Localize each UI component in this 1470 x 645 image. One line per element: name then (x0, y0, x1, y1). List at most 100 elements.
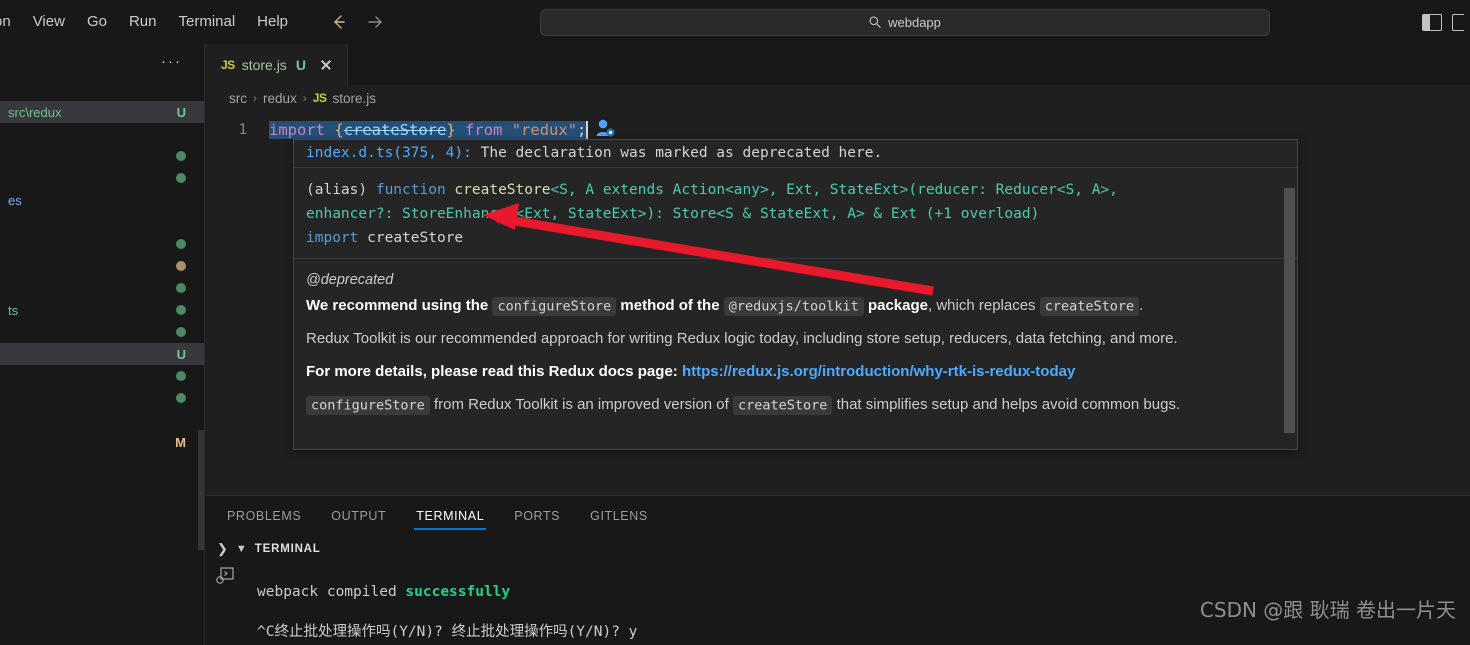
list-item[interactable] (0, 255, 204, 277)
command-center-search[interactable]: webdapp (539, 8, 1270, 36)
signature-line-3: import createStore (306, 230, 464, 246)
status-badge: U (176, 104, 186, 120)
tab-problems[interactable]: PROBLEMS (225, 496, 303, 536)
signature-line-2: enhancer?: StoreEnhancer<Ext, StateExt>)… (306, 206, 1040, 222)
hover-source-link[interactable]: index.d.ts(375, 4): (306, 145, 472, 161)
secondary-sidebar-icon[interactable] (1452, 13, 1464, 31)
token-brace-close: } (446, 121, 456, 139)
menu-item-selection[interactable]: on (0, 9, 22, 35)
menu-item-help[interactable]: Help (246, 9, 299, 35)
editor-tab-bar: JS store.js U (205, 44, 1470, 85)
list-item[interactable] (0, 387, 204, 409)
status-dot-icon (176, 305, 186, 315)
deprecation-recommendation: We recommend using the configureStore me… (306, 296, 1144, 316)
status-badge: M (175, 434, 186, 450)
token-module: "redux" (511, 121, 578, 139)
code-create-store-2: createStore (733, 395, 833, 415)
arrow-left-icon[interactable] (327, 10, 351, 34)
code-create-store: createStore (1039, 296, 1140, 316)
more-actions-icon[interactable]: ··· (161, 54, 182, 69)
list-item[interactable] (0, 123, 204, 145)
token-import: import (269, 121, 325, 139)
breadcrumb-redux[interactable]: redux (263, 91, 297, 106)
code-content[interactable]: import {createStore} from "redux"; (269, 121, 587, 139)
deprecated-tag: @deprecated (306, 272, 394, 288)
code-line-1: 1 import {createStore} from "redux"; (205, 119, 1470, 141)
list-item[interactable] (0, 321, 204, 343)
layout-controls (1422, 13, 1470, 31)
menu-item-run[interactable]: Run (118, 9, 168, 35)
panel-layout-icon[interactable] (1422, 13, 1442, 31)
status-dot-icon (176, 239, 186, 249)
code-editor[interactable]: 1 import {createStore} from "redux"; ind… (205, 111, 1470, 486)
token-create-store: createStore (343, 121, 447, 139)
list-item-modified[interactable]: M (0, 431, 204, 453)
text-cursor (586, 120, 589, 140)
list-item[interactable]: ts (0, 299, 204, 321)
terminal-line-2: ^C终止批处理操作吗(Y/N)? 终止批处理操作吗(Y/N)? y (257, 624, 638, 640)
sidebar-header: ··· (0, 44, 204, 79)
command-center-text: webdapp (888, 14, 941, 30)
search-icon (868, 15, 882, 29)
doc-last-paragraph: configureStore from Redux Toolkit is an … (306, 394, 1285, 416)
vscode-window: on View Go Run Terminal Help webdapp (0, 0, 1470, 645)
tab-untracked-badge: U (295, 57, 306, 73)
chevron-right-icon[interactable]: ❯ (217, 541, 228, 557)
command-center-wrapper: webdapp (387, 8, 1422, 36)
close-icon[interactable] (317, 56, 335, 74)
list-item[interactable] (0, 167, 204, 189)
menu-item-terminal[interactable]: Terminal (167, 9, 246, 35)
menu-item-go[interactable]: Go (76, 9, 118, 35)
sidebar-scrollbar[interactable] (198, 430, 204, 550)
chevron-down-icon[interactable]: ▼ (236, 543, 247, 555)
status-dot-icon (176, 283, 186, 293)
arrow-right-icon[interactable] (363, 10, 387, 34)
terminal-title: TERMINAL (254, 543, 321, 555)
breadcrumb: src › redux › JS store.js (205, 85, 1470, 111)
sidebar-item-label: src\redux (8, 104, 62, 120)
doc-details-line: For more details, please read this Redux… (306, 363, 1076, 380)
debug-console-icon[interactable] (215, 566, 235, 645)
js-file-icon: JS (221, 58, 235, 72)
list-item[interactable] (0, 277, 204, 299)
list-item[interactable] (0, 409, 204, 431)
tab-label: store.js (241, 57, 287, 73)
hover-signature: (alias) function createStore<S, A extend… (294, 168, 1297, 259)
hover-scrollbar[interactable] (1284, 188, 1295, 433)
hover-widget[interactable]: index.d.ts(375, 4): The declaration was … (293, 139, 1298, 450)
sidebar-item-label: es (8, 192, 22, 208)
sidebar-item-src-redux[interactable]: src\redux U (0, 101, 204, 123)
terminal-gutter (205, 562, 245, 645)
list-item[interactable] (0, 145, 204, 167)
sidebar-item-label: ts (8, 302, 19, 318)
status-badge: U (176, 346, 186, 362)
hover-documentation: @deprecated We recommend using the confi… (294, 259, 1297, 424)
menu-item-view[interactable]: View (22, 9, 76, 35)
panel-tab-bar: PROBLEMS OUTPUT TERMINAL PORTS GITLENS (205, 496, 1470, 536)
tab-ports[interactable]: PORTS (512, 496, 562, 536)
navigation-buttons (327, 10, 387, 34)
tab-store-js[interactable]: JS store.js U (205, 44, 348, 85)
line-number: 1 (238, 122, 247, 138)
status-dot-icon (176, 173, 186, 183)
hover-source-note: The declaration was marked as deprecated… (480, 145, 883, 161)
breadcrumb-src[interactable]: src (229, 91, 247, 106)
list-item[interactable]: es (0, 189, 204, 211)
hover-source-line: index.d.ts(375, 4): The declaration was … (294, 140, 1297, 168)
redux-docs-link[interactable]: https://redux.js.org/introduction/why-rt… (682, 363, 1075, 380)
tab-terminal[interactable]: TERMINAL (414, 496, 487, 536)
tab-gitlens[interactable]: GITLENS (588, 496, 650, 536)
tab-output[interactable]: OUTPUT (329, 496, 388, 536)
list-item[interactable] (0, 211, 204, 233)
doc-paragraph-2: Redux Toolkit is our recommended approac… (306, 330, 1178, 347)
list-item[interactable] (0, 365, 204, 387)
js-file-icon: JS (312, 91, 327, 105)
title-bar: on View Go Run Terminal Help webdapp (0, 0, 1470, 44)
code-configure-store: configureStore (492, 296, 617, 316)
chevron-right-icon: › (302, 91, 307, 105)
list-item[interactable] (0, 233, 204, 255)
token-semicolon: ; (577, 121, 587, 139)
sidebar-item-selected-file[interactable]: U (0, 343, 204, 365)
breadcrumb-file[interactable]: store.js (332, 91, 376, 106)
